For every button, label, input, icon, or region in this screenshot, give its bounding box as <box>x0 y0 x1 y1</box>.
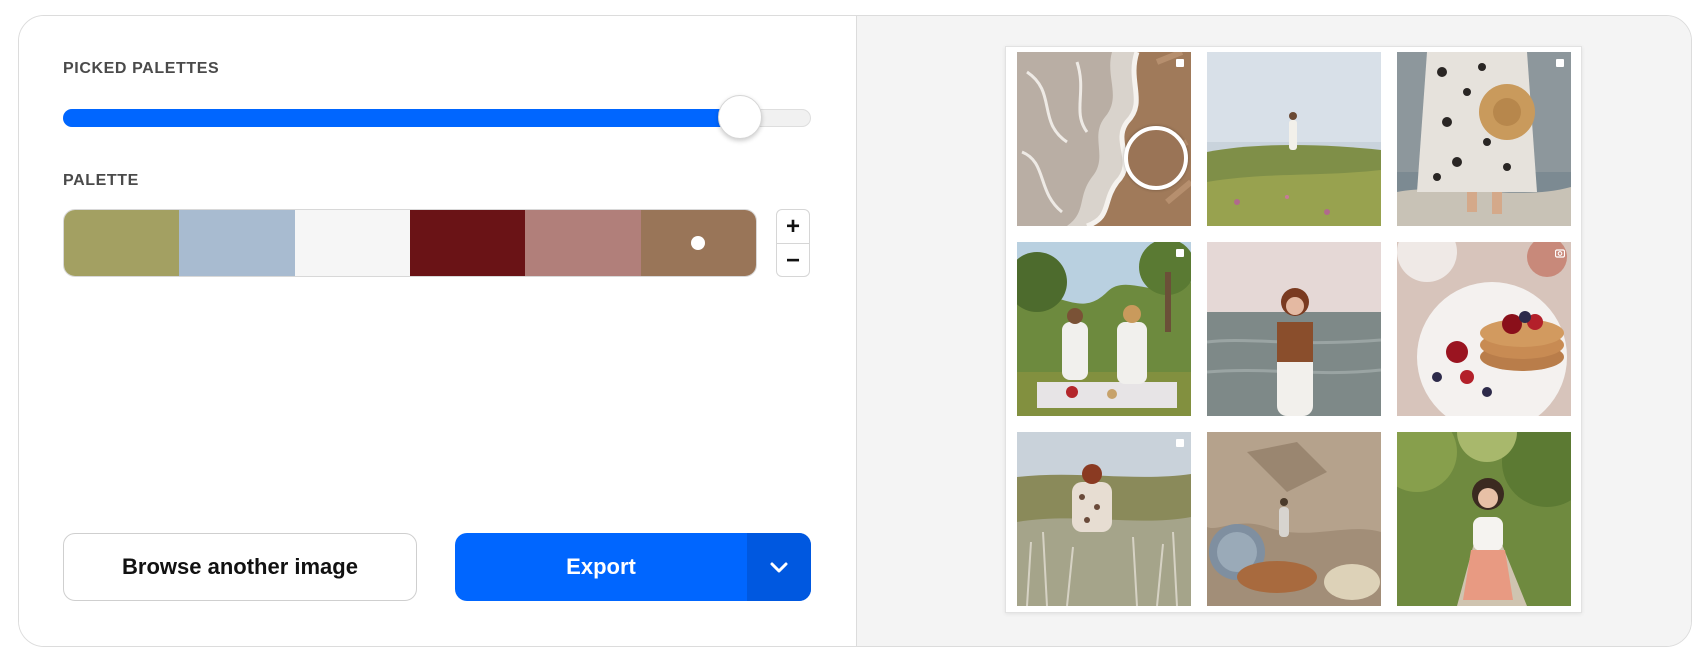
palette-label: PALETTE <box>63 172 139 189</box>
palette-swatch[interactable] <box>294 210 410 276</box>
gallery-badge-icon <box>1176 59 1184 67</box>
picked-palettes-slider[interactable] <box>63 95 811 139</box>
browse-another-image-button[interactable]: Browse another image <box>63 533 417 601</box>
palette-swatch[interactable] <box>179 210 295 276</box>
image-tile[interactable] <box>1207 52 1381 226</box>
export-options-dropdown[interactable] <box>747 533 811 601</box>
palette-swatch[interactable] <box>525 210 641 276</box>
image-tile[interactable] <box>1207 242 1381 416</box>
palette-swatch[interactable] <box>409 210 526 276</box>
palette-swatch[interactable] <box>64 210 180 276</box>
woman-in-meadow-photo <box>1207 52 1381 226</box>
image-tile[interactable] <box>1017 242 1191 416</box>
picnic-friends-photo <box>1017 242 1191 416</box>
gallery-badge-icon <box>1556 59 1564 67</box>
chevron-down-icon <box>770 562 788 573</box>
image-tile[interactable] <box>1207 432 1381 606</box>
controls-panel: PICKED PALETTES PALETTE + − Browse anoth… <box>19 16 856 646</box>
palette-size-stepper: + − <box>776 209 810 277</box>
image-grid <box>1005 46 1582 613</box>
pancakes-with-berries-photo <box>1397 242 1571 416</box>
image-tile[interactable] <box>1397 52 1571 226</box>
camera-icon <box>1555 249 1565 258</box>
rocky-cliff-photo <box>1207 432 1381 606</box>
palette-swatches <box>63 209 757 277</box>
color-picker-handle[interactable] <box>1124 126 1188 190</box>
export-button-group: Export <box>455 533 811 601</box>
gallery-badge-icon <box>1176 439 1184 447</box>
woman-with-straw-hat-photo <box>1397 52 1571 226</box>
image-tile[interactable] <box>1017 432 1191 606</box>
palette-generator-card: PICKED PALETTES PALETTE + − Browse anoth… <box>18 15 1692 647</box>
woman-on-forest-path-photo <box>1397 432 1571 606</box>
image-tile[interactable] <box>1017 52 1191 226</box>
selected-swatch-indicator <box>691 236 706 250</box>
picked-palettes-label: PICKED PALETTES <box>63 60 220 77</box>
add-color-button[interactable]: + <box>777 210 809 244</box>
woman-by-sea-photo <box>1207 242 1381 416</box>
slider-fill <box>63 109 740 127</box>
image-tile[interactable] <box>1397 432 1571 606</box>
export-button[interactable]: Export <box>455 533 747 601</box>
gallery-badge-icon <box>1176 249 1184 257</box>
image-tile[interactable] <box>1397 242 1571 416</box>
remove-color-button[interactable]: − <box>777 244 809 276</box>
palette-swatch[interactable] <box>640 210 756 276</box>
slider-thumb[interactable] <box>717 95 762 139</box>
image-preview-panel <box>856 16 1691 646</box>
woman-in-grass-field-photo <box>1017 432 1191 606</box>
